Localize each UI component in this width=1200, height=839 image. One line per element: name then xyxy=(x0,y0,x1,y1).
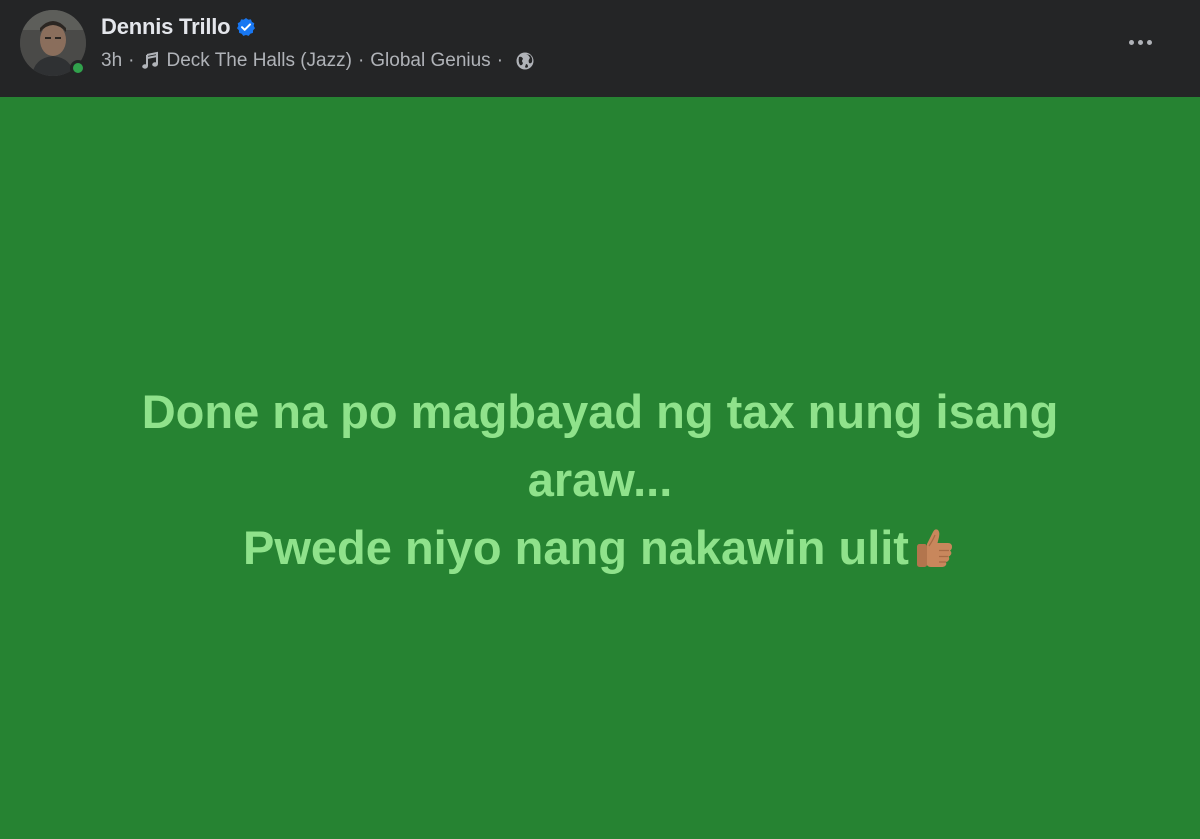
post-text: Done na po magbayad ng tax nung isang ar… xyxy=(70,378,1130,582)
post-meta: 3h · Deck The Halls (Jazz) · Global Geni… xyxy=(101,48,535,74)
verified-badge-icon xyxy=(236,17,256,37)
post-text-line-1: Done na po magbayad ng tax nung isang ar… xyxy=(141,385,1059,506)
post-text-line-2: Pwede niyo nang nakawin ulit xyxy=(243,521,909,574)
song-artist[interactable]: Global Genius xyxy=(370,50,490,72)
thumbs-up-icon xyxy=(911,520,957,567)
meta-separator: · xyxy=(128,50,135,71)
more-dot xyxy=(1146,39,1152,45)
meta-separator: · xyxy=(496,50,504,71)
post-text-line-2-wrap: Pwede niyo nang nakawin ulit xyxy=(70,514,1130,582)
meta-separator: · xyxy=(357,50,365,71)
more-dot xyxy=(1137,39,1143,45)
post-card: Dennis Trillo 3h · Deck The Halls (Jazz)… xyxy=(0,0,1200,839)
more-dot xyxy=(1128,39,1134,45)
more-options-icon[interactable] xyxy=(1118,26,1162,58)
post-body[interactable]: Done na po magbayad ng tax nung isang ar… xyxy=(0,97,1200,839)
online-status-dot xyxy=(70,60,86,76)
post-header: Dennis Trillo 3h · Deck The Halls (Jazz)… xyxy=(0,0,1200,97)
music-note-icon xyxy=(140,51,160,71)
post-time[interactable]: 3h xyxy=(101,50,122,72)
song-title[interactable]: Deck The Halls (Jazz) xyxy=(166,50,351,72)
globe-icon[interactable] xyxy=(515,51,535,71)
author-avatar[interactable] xyxy=(20,10,86,76)
author-row: Dennis Trillo xyxy=(101,13,256,41)
author-name[interactable]: Dennis Trillo xyxy=(101,14,231,40)
